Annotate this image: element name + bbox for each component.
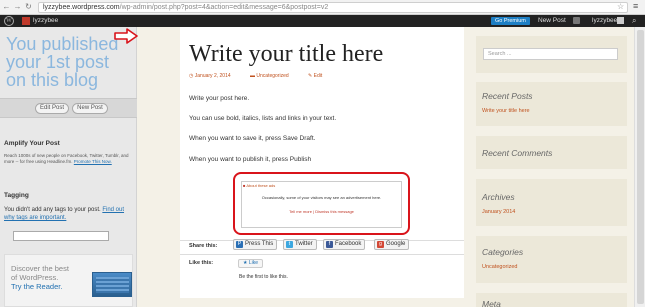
- notifications-icon[interactable]: [573, 17, 580, 24]
- wordpress-logo-icon[interactable]: W: [4, 16, 14, 26]
- avatar[interactable]: [617, 17, 624, 24]
- post-article: Write your title here ◷ January 2, 2014 …: [180, 27, 464, 307]
- press-this-icon: P: [236, 241, 243, 248]
- meta-widget: Meta: [476, 293, 627, 307]
- ad-notice: About these ads Occasionally, some of yo…: [241, 181, 402, 228]
- post-paragraph: When you want to publish it, press Publi…: [189, 156, 312, 163]
- twitter-button[interactable]: t Twitter: [283, 239, 317, 250]
- recent-comments-title: Recent Comments: [482, 148, 553, 158]
- categories-widget: Categories Uncategorized: [476, 236, 627, 283]
- ad-notice-highlight: About these ads Occasionally, some of yo…: [233, 172, 410, 235]
- forward-icon[interactable]: →: [13, 2, 22, 11]
- post-actions: Edit Post New Post: [0, 98, 137, 118]
- category-link[interactable]: Uncategorized: [482, 264, 517, 270]
- browser-toolbar: ← → ↻ lyzzybee.wordpress.com/wp-admin/po…: [0, 0, 645, 15]
- site-icon: [22, 17, 30, 25]
- facebook-button[interactable]: f Facebook: [323, 239, 366, 250]
- post-published-panel: You published your 1st post on this blog…: [0, 27, 137, 307]
- sidebar-search-input[interactable]: Search ...: [483, 48, 618, 60]
- search-icon[interactable]: ⌕: [632, 16, 636, 26]
- blog-content-area: Write your title here ◷ January 2, 2014 …: [137, 27, 634, 307]
- facebook-icon: f: [326, 241, 333, 248]
- meta-title: Meta: [482, 299, 501, 307]
- recent-posts-widget: Recent Posts Write your title here: [476, 82, 627, 126]
- scrollbar-thumb[interactable]: [637, 30, 644, 304]
- post-paragraph: When you want to save it, press Save Dra…: [189, 135, 316, 142]
- amplify-description: Reach 1000s of new people on Facebook, T…: [4, 153, 132, 165]
- post-edit: Edit: [313, 73, 323, 79]
- share-section: Share this:: [180, 240, 464, 249]
- facebook-label: Facebook: [335, 241, 362, 247]
- url-path: /wp-admin/post.php?post=4&action=edit&me…: [119, 4, 329, 11]
- post-category: Uncategorized: [256, 73, 289, 79]
- share-label: Share this:: [189, 243, 218, 249]
- new-post-link[interactable]: New Post: [538, 17, 566, 24]
- amplify-title: Amplify Your Post: [4, 140, 60, 147]
- wp-admin-bar: W lyzzybee Go Premium New Post lyzzybee …: [0, 15, 645, 27]
- recent-comments-widget: Recent Comments: [476, 136, 627, 169]
- address-bar[interactable]: lyzzybee.wordpress.com/wp-admin/post.php…: [38, 2, 628, 13]
- post-paragraph: Write your post here.: [189, 95, 250, 102]
- try-reader-link[interactable]: Try the Reader.: [11, 282, 69, 291]
- archive-link[interactable]: January 2014: [482, 209, 515, 215]
- press-this-button[interactable]: P Press This: [233, 239, 278, 250]
- post-title: Write your title here: [189, 41, 384, 67]
- tag-input[interactable]: [13, 231, 109, 241]
- search-widget: Search ...: [476, 36, 627, 73]
- archives-widget: Archives January 2014: [476, 179, 627, 226]
- press-this-label: Press This: [245, 241, 274, 247]
- tagging-text: You didn't add any tags to your post.: [4, 207, 101, 213]
- url-host: lyzzybee.wordpress.com: [43, 4, 120, 11]
- post-date-link[interactable]: ◷ January 2, 2014: [189, 73, 240, 79]
- annotation-arrow-icon: [114, 28, 138, 44]
- user-name[interactable]: lyzzybee: [592, 17, 617, 24]
- like-section: Like this:: [180, 254, 464, 266]
- reader-promo[interactable]: Discover the best of WordPress. Try the …: [4, 254, 133, 307]
- reload-icon[interactable]: ↻: [24, 2, 33, 11]
- first-to-like-text: Be the first to like this.: [239, 274, 288, 280]
- site-name[interactable]: lyzzybee: [33, 17, 58, 24]
- post-date: January 2, 2014: [194, 73, 231, 79]
- tagging-title: Tagging: [4, 192, 29, 199]
- reader-line-1: Discover the best: [11, 264, 69, 273]
- post-footer-strip: [180, 298, 464, 307]
- google-label: Google: [386, 241, 406, 247]
- reader-line-2: of WordPress.: [11, 273, 59, 282]
- new-post-button[interactable]: New Post: [72, 103, 108, 114]
- archives-title: Archives: [482, 192, 515, 202]
- like-button-label: Like: [248, 260, 259, 266]
- google-plus-icon: g: [377, 241, 384, 248]
- menu-icon[interactable]: ≡: [633, 1, 638, 11]
- categories-title: Categories: [482, 247, 524, 257]
- ad-dismiss-links[interactable]: Tell me more | Dismiss this message: [242, 209, 401, 214]
- post-meta: ◷ January 2, 2014 ▬ Uncategorized ✎ Edit: [189, 73, 340, 79]
- like-button[interactable]: ★ Like: [238, 259, 264, 268]
- post-edit-link[interactable]: ✎ Edit: [308, 73, 331, 79]
- recent-posts-title: Recent Posts: [482, 91, 533, 101]
- go-premium-button[interactable]: Go Premium: [491, 17, 530, 25]
- about-ads-link[interactable]: About these ads: [243, 183, 275, 188]
- post-paragraph: You can use bold, italics, lists and lin…: [189, 115, 337, 122]
- reader-preview-image: [92, 272, 132, 297]
- google-button[interactable]: g Google: [374, 239, 410, 250]
- back-icon[interactable]: ←: [2, 2, 11, 11]
- like-label: Like this:: [189, 260, 214, 266]
- page-scrollbar[interactable]: [634, 27, 645, 307]
- ad-notice-text: Occasionally, some of your visitors may …: [261, 195, 382, 200]
- recent-post-link[interactable]: Write your title here: [482, 108, 530, 114]
- twitter-label: Twitter: [295, 241, 313, 247]
- tagging-description: You didn't add any tags to your post. Fi…: [4, 206, 134, 222]
- promote-link[interactable]: Promote This Now.: [74, 159, 112, 164]
- edit-post-button[interactable]: Edit Post: [35, 103, 69, 114]
- bookmark-star-icon[interactable]: ☆: [617, 2, 624, 11]
- reader-promo-text: Discover the best of WordPress. Try the …: [11, 264, 69, 291]
- twitter-icon: t: [286, 241, 293, 248]
- post-category-link[interactable]: ▬ Uncategorized: [250, 73, 298, 79]
